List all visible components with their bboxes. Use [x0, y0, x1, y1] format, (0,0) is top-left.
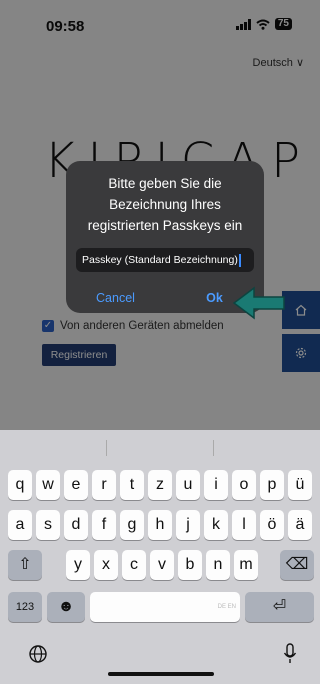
- prediction-separator: [213, 440, 214, 456]
- numbers-key[interactable]: 123: [8, 592, 42, 622]
- prediction-separator: [106, 440, 107, 456]
- passkey-name-value: Passkey (Standard Bezeichnung): [82, 254, 238, 266]
- dialog-title: Bitte geben Sie die Bezeichnung Ihres re…: [87, 176, 243, 233]
- key-ä[interactable]: ä: [288, 510, 312, 540]
- space-key[interactable]: DE EN: [90, 592, 240, 622]
- keyboard-bottom-bar: [0, 640, 320, 670]
- home-indicator[interactable]: [108, 672, 214, 676]
- key-k[interactable]: k: [204, 510, 228, 540]
- key-n[interactable]: n: [206, 550, 230, 580]
- shift-key[interactable]: ⇧: [8, 550, 42, 580]
- key-w[interactable]: w: [36, 470, 60, 500]
- key-g[interactable]: g: [120, 510, 144, 540]
- key-o[interactable]: o: [232, 470, 256, 500]
- microphone-icon[interactable]: [283, 643, 297, 665]
- keyboard: qwertzuiopü asdfghjklöä ⇧ ⌫ yxcvbnm 123 …: [0, 430, 320, 684]
- key-b[interactable]: b: [178, 550, 202, 580]
- key-i[interactable]: i: [204, 470, 228, 500]
- key-ü[interactable]: ü: [288, 470, 312, 500]
- key-l[interactable]: l: [232, 510, 256, 540]
- key-h[interactable]: h: [148, 510, 172, 540]
- key-x[interactable]: x: [94, 550, 118, 580]
- key-t[interactable]: t: [120, 470, 144, 500]
- passkey-name-input[interactable]: Passkey (Standard Bezeichnung): [76, 248, 254, 272]
- key-m[interactable]: m: [234, 550, 258, 580]
- key-d[interactable]: d: [64, 510, 88, 540]
- prediction-bar: [0, 430, 320, 466]
- delete-key[interactable]: ⌫: [280, 550, 314, 580]
- keyboard-row-4: 123 ☻ DE EN ⏎: [0, 592, 320, 622]
- text-caret: [238, 253, 241, 267]
- cancel-button[interactable]: Cancel: [66, 283, 165, 313]
- arrow-pointer-icon: [232, 286, 285, 320]
- key-p[interactable]: p: [260, 470, 284, 500]
- key-e[interactable]: e: [64, 470, 88, 500]
- key-a[interactable]: a: [8, 510, 32, 540]
- key-y[interactable]: y: [66, 550, 90, 580]
- key-s[interactable]: s: [36, 510, 60, 540]
- key-q[interactable]: q: [8, 470, 32, 500]
- key-z[interactable]: z: [148, 470, 172, 500]
- phone-screen: 09:58 75 Deutsch ∨ KIPICAP ✓ Von anderen…: [0, 0, 320, 684]
- key-c[interactable]: c: [122, 550, 146, 580]
- keyboard-row-3: ⇧ ⌫ yxcvbnm: [0, 550, 320, 580]
- emoji-key[interactable]: ☻: [47, 592, 85, 622]
- keyboard-row-2: asdfghjklöä: [0, 510, 320, 540]
- key-u[interactable]: u: [176, 470, 200, 500]
- globe-icon[interactable]: [28, 644, 48, 664]
- key-f[interactable]: f: [92, 510, 116, 540]
- key-ö[interactable]: ö: [260, 510, 284, 540]
- key-j[interactable]: j: [176, 510, 200, 540]
- key-v[interactable]: v: [150, 550, 174, 580]
- keyboard-row-1: qwertzuiopü: [0, 470, 320, 500]
- return-key[interactable]: ⏎: [245, 592, 314, 622]
- key-r[interactable]: r: [92, 470, 116, 500]
